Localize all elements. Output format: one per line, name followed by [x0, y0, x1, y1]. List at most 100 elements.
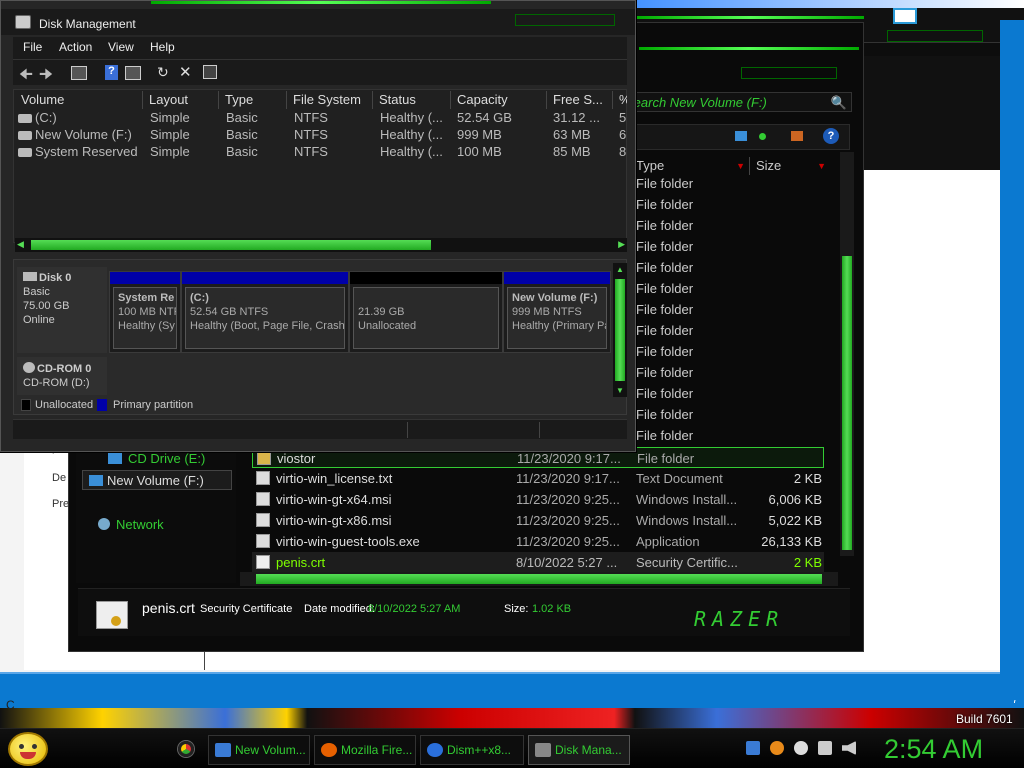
disk-management-window[interactable]: Disk Management File Action View Help 🠈 …: [0, 0, 636, 452]
nav-cd-drive[interactable]: CD Drive (E:): [108, 451, 205, 466]
menu-view[interactable]: View: [108, 40, 134, 54]
dm-toolbar: 🠈 🠊 ? ↻ ✕: [13, 59, 627, 85]
search-placeholder: Search New Volume (F:): [625, 95, 767, 110]
volume-row[interactable]: (C:) Simple Basic NTFS Healthy (... 52.54 GB 3…: [15, 110, 627, 127]
bg-window-controls[interactable]: [887, 30, 983, 42]
partition-size: 21.39 GB: [358, 306, 405, 318]
taskbar-dism[interactable]: Dism++x8...: [420, 735, 524, 765]
col-percent-free[interactable]: %: [613, 91, 627, 109]
menu-file[interactable]: File: [23, 40, 42, 54]
column-header-type[interactable]: Type ▼: [632, 157, 750, 175]
nav-new-volume[interactable]: New Volume (F:): [82, 470, 232, 490]
help-icon[interactable]: ?: [105, 65, 118, 80]
scrollbar-thumb[interactable]: [31, 240, 431, 250]
file-row[interactable]: penis.crt 8/10/2022 5:27 ... Security Cert…: [252, 552, 824, 573]
taskbar-firefox[interactable]: Mozilla Fire...: [314, 735, 416, 765]
col-file-system[interactable]: File System: [287, 91, 373, 109]
volume-row[interactable]: New Volume (F:) Simple Basic NTFS Healthy (.…: [15, 127, 627, 144]
explorer-vertical-scrollbar[interactable]: [840, 152, 854, 556]
disk0-info[interactable]: Disk 0 Basic 75.00 GB Online: [17, 267, 107, 353]
cdrom0-info[interactable]: CD-ROM 0 CD-ROM (D:): [17, 357, 107, 395]
col-layout[interactable]: Layout: [143, 91, 219, 109]
scroll-left-icon[interactable]: ◀: [17, 239, 24, 250]
disk-map-vscroll[interactable]: ▲ ▼: [613, 263, 627, 397]
nav-network[interactable]: Network: [98, 517, 164, 532]
tray-search-icon[interactable]: [770, 741, 784, 755]
search-icon[interactable]: 🔍: [831, 95, 847, 111]
file-type-cell: File folder: [636, 197, 694, 212]
start-button[interactable]: [8, 732, 48, 766]
volume-layout: Simple: [150, 127, 190, 142]
sort-arrow-icon[interactable]: ▼: [736, 161, 745, 171]
details-date-value: 8/10/2022 5:27 AM: [368, 603, 461, 615]
preview-pane-icon[interactable]: [759, 133, 766, 140]
scrollbar-thumb[interactable]: [256, 574, 822, 584]
tray-network-icon[interactable]: [818, 741, 832, 755]
taskbar-disk-management[interactable]: Disk Mana...: [528, 735, 630, 765]
console-tree-icon[interactable]: [71, 66, 87, 80]
help-icon[interactable]: ?: [823, 128, 839, 144]
menu-help[interactable]: Help: [150, 40, 175, 54]
file-name: virtio-win_license.txt: [276, 471, 393, 486]
scrollbar-thumb[interactable]: [615, 279, 625, 381]
column-header-size-label: Size: [756, 158, 782, 173]
settings-icon[interactable]: [203, 65, 217, 79]
file-type: Application: [636, 534, 700, 549]
scroll-down-icon[interactable]: ▼: [616, 386, 624, 395]
col-capacity[interactable]: Capacity: [451, 91, 547, 109]
dm-statusbar: [13, 419, 627, 439]
file-type-cell: File folder: [636, 386, 694, 401]
partition-f[interactable]: New Volume (F:) 999 MB NTFS Healthy (Prima…: [503, 271, 611, 353]
file-row[interactable]: virtio-win_license.txt 11/23/2020 9:17...…: [252, 468, 824, 489]
explorer-window-controls[interactable]: [741, 67, 837, 79]
file-name: viostor: [277, 451, 316, 466]
scrollbar-thumb[interactable]: [842, 256, 852, 550]
column-header-size[interactable]: Size ▼: [752, 157, 828, 175]
file-row[interactable]: virtio-win-gt-x86.msi 11/23/2020 9:25... W…: [252, 510, 824, 531]
delete-icon[interactable]: ✕: [179, 63, 192, 81]
background-window-bottom: [0, 672, 1024, 708]
view-options-icon[interactable]: [735, 131, 747, 141]
file-type-cell: File folder: [636, 281, 694, 296]
file-row[interactable]: virtio-win-guest-tools.exe 11/23/2020 9:2…: [252, 531, 824, 552]
explorer-horizontal-scrollbar[interactable]: [240, 572, 838, 586]
col-status[interactable]: Status: [373, 91, 451, 109]
partition-unallocated[interactable]: 21.39 GB Unallocated: [349, 271, 503, 353]
menu-action[interactable]: Action: [59, 40, 92, 54]
dm-window-controls[interactable]: [515, 14, 615, 26]
volume-row[interactable]: System Reserved Simple Basic NTFS Healthy (.…: [15, 144, 627, 161]
dism-gear-icon: [427, 743, 443, 757]
refresh-icon[interactable]: ↻: [157, 64, 169, 81]
partition-c[interactable]: (C:) 52.54 GB NTFS Healthy (Boot, Page Fil…: [181, 271, 349, 353]
sort-arrow-icon[interactable]: ▼: [817, 161, 826, 171]
tray-volume-icon[interactable]: [842, 741, 856, 755]
file-size: 2 KB: [793, 471, 822, 486]
chrome-icon[interactable]: [178, 741, 194, 757]
scroll-right-icon[interactable]: ▶: [618, 239, 625, 250]
forward-icon[interactable]: 🠊: [39, 64, 53, 89]
tray-minus-icon[interactable]: [794, 741, 808, 755]
back-icon[interactable]: 🠈: [19, 64, 33, 89]
volume-layout: Simple: [150, 110, 190, 125]
legend-unallocated-label: Unallocated: [35, 399, 94, 411]
col-free-space[interactable]: Free S...: [547, 91, 613, 109]
col-volume[interactable]: Volume: [15, 91, 143, 109]
properties-icon[interactable]: [125, 66, 141, 80]
volume-list-hscroll[interactable]: ◀ ▶: [15, 238, 627, 252]
legend: Unallocated Primary partition: [17, 397, 317, 413]
background-window-edge: [1000, 20, 1024, 700]
nav-cd-drive-label: CD Drive (E:): [128, 451, 206, 466]
file-row[interactable]: virtio-win-gt-x64.msi 11/23/2020 9:25... W…: [252, 489, 824, 510]
search-box[interactable]: Search New Volume (F:) 🔍: [625, 92, 852, 112]
col-type[interactable]: Type: [219, 91, 287, 109]
volume-type: Basic: [226, 144, 258, 159]
library-icon[interactable]: [791, 131, 803, 141]
clock[interactable]: 2:54 AM: [884, 734, 983, 765]
tray-flag-icon[interactable]: [746, 741, 760, 755]
partition-system-reserved[interactable]: System Re 100 MB NTF Healthy (Sy: [109, 271, 181, 353]
scroll-up-icon[interactable]: ▲: [616, 265, 624, 274]
disk-management-icon: [15, 15, 31, 29]
file-size: 6,006 KB: [768, 492, 823, 507]
taskbar-explorer[interactable]: New Volum...: [208, 735, 310, 765]
taskbar-window-icon: [893, 8, 917, 24]
